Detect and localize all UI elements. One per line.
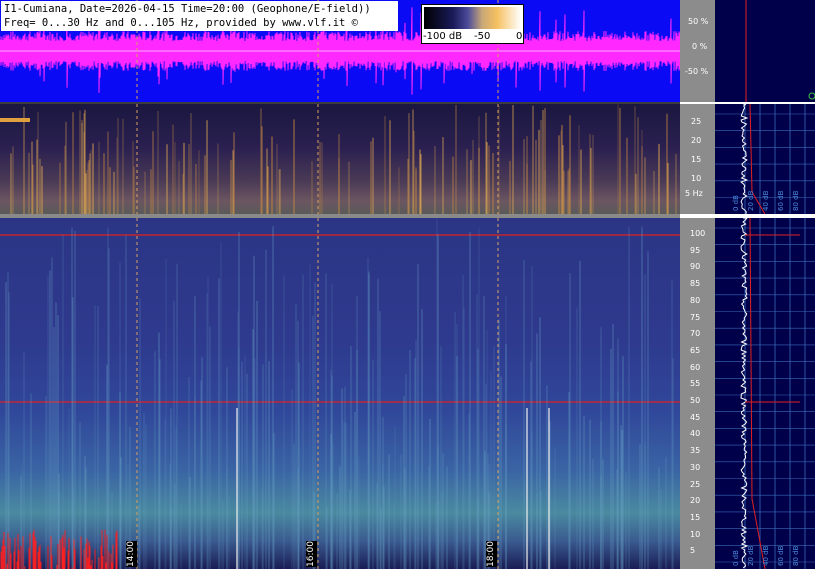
high-tick-25: 25 xyxy=(690,479,701,489)
high-tick-85: 85 xyxy=(690,279,701,289)
side-axis-label: 40 dB xyxy=(762,545,770,566)
low-spectrogram-streaks xyxy=(0,104,677,214)
high-tick-5: 5 xyxy=(690,546,696,556)
high-tick-100: 100 xyxy=(690,229,706,238)
waveform-axis: 50 % 0 % -50 % xyxy=(680,0,715,102)
side-axis-label: 60 dB xyxy=(777,190,785,211)
side-axis-label: 80 dB xyxy=(792,545,800,566)
wave-tick-minus50: -50 % xyxy=(685,67,709,76)
side-axis-label: 20 dB xyxy=(747,190,755,211)
side-axis-label: 0 dB xyxy=(732,550,740,566)
color-scale-gradient xyxy=(424,7,521,29)
side-axis-label: 0 dB xyxy=(732,195,740,211)
vlf-spectrogram-display: I1-Cumiana, Date=2026-04-15 Time=20:00 (… xyxy=(0,0,815,569)
low-tick-5: 5 Hz xyxy=(685,189,703,198)
time-marker-1400: 14:00 xyxy=(126,541,137,567)
low-tick-25: 25 xyxy=(691,117,702,126)
side-axis-label: 60 dB xyxy=(777,545,785,566)
title-line-frequency: Freq= 0...30 Hz and 0...105 Hz, provided… xyxy=(4,17,359,29)
high-tick-95: 95 xyxy=(690,245,701,255)
high-tick-15: 15 xyxy=(690,512,701,522)
color-scale-mid-label: -50 xyxy=(474,31,491,42)
wave-tick-50: 50 % xyxy=(688,17,709,26)
high-tick-20: 20 xyxy=(690,496,701,506)
color-scale-max-label: 0 xyxy=(516,31,523,42)
high-tick-55: 55 xyxy=(690,379,701,389)
high-tick-45: 45 xyxy=(690,412,701,422)
high-average-spectrum: 0 dB 20 dB 40 dB 60 dB 80 dB xyxy=(715,218,815,569)
low-frequency-spectrogram xyxy=(0,104,680,214)
high-tick-60: 60 xyxy=(690,362,701,372)
high-tick-50: 50 xyxy=(690,396,701,405)
time-marker-1800: 18:00 xyxy=(486,541,497,567)
high-frequency-axis: 100 95 90 85 80 75 70 65 60 55 50 45 40 35 30 25 20 15 10 5 xyxy=(680,218,715,569)
high-tick-75: 75 xyxy=(690,312,701,322)
high-spectrogram-streaks xyxy=(0,218,680,569)
high-tick-10: 10 xyxy=(690,529,701,539)
side-axis-label: 80 dB xyxy=(792,190,800,211)
color-scale-min-label: -100 dB xyxy=(423,31,463,42)
color-scale-legend: -100 dB -50 0 xyxy=(421,4,524,44)
high-tick-70: 70 xyxy=(690,329,701,339)
low-tick-20: 20 xyxy=(691,136,702,145)
high-tick-80: 80 xyxy=(690,295,701,305)
low-average-spectrum: 0 dB 20 dB 40 dB 60 dB 80 dB xyxy=(715,104,815,214)
side-axis-label: 20 dB xyxy=(747,545,755,566)
high-tick-90: 90 xyxy=(690,262,701,272)
high-frequency-spectrogram xyxy=(0,218,680,569)
high-tick-65: 65 xyxy=(690,345,701,355)
high-tick-35: 35 xyxy=(690,446,701,456)
high-tick-40: 40 xyxy=(690,429,701,439)
title-line-station: I1-Cumiana, Date=2026-04-15 Time=20:00 (… xyxy=(4,3,371,15)
low-tick-15: 15 xyxy=(691,155,702,164)
time-marker-1600: 16:00 xyxy=(306,541,317,567)
low-frequency-axis: 25 20 15 10 5 Hz xyxy=(680,104,715,214)
low-tick-10: 10 xyxy=(691,174,702,183)
side-panel-top xyxy=(715,0,815,102)
high-tick-30: 30 xyxy=(690,462,701,472)
wave-tick-0: 0 % xyxy=(692,42,708,51)
side-axis-label: 40 dB xyxy=(762,190,770,211)
title-box: I1-Cumiana, Date=2026-04-15 Time=20:00 (… xyxy=(1,1,398,31)
